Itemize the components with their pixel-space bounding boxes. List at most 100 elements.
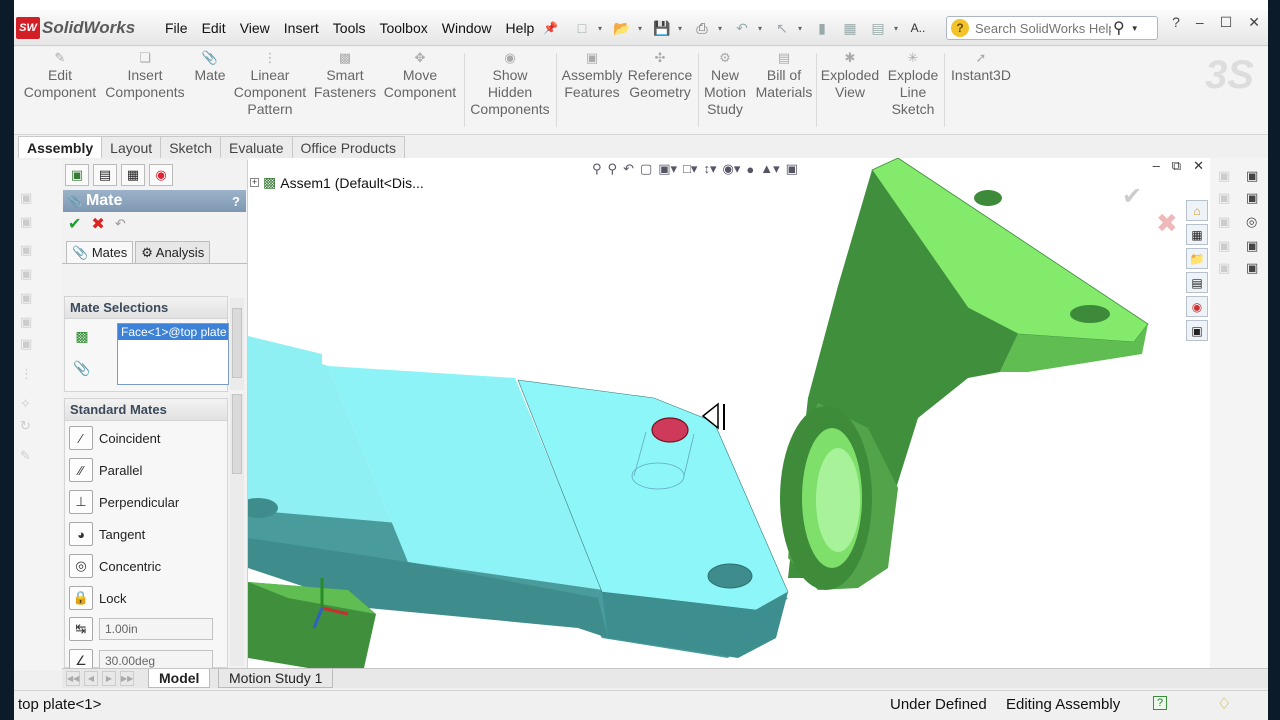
- explode-line-sketch-button[interactable]: ✳ Explode Line Sketch: [884, 51, 942, 118]
- undo-icon[interactable]: ↶: [115, 216, 126, 232]
- last-tab-icon[interactable]: ▶▶: [120, 671, 134, 686]
- view-tool-icon[interactable]: ▣: [20, 214, 38, 230]
- lock-mate-button[interactable]: 🔒 Lock: [69, 585, 126, 611]
- view-tool-icon[interactable]: ▣: [20, 314, 38, 330]
- menu-insert[interactable]: Insert: [277, 20, 326, 36]
- tab-analysis[interactable]: ⚙ Analysis: [135, 241, 211, 263]
- cancel-x-icon[interactable]: ✖: [91, 214, 104, 234]
- flyout-feature-tree[interactable]: + ▩ Assem1 (Default<Dis...: [250, 174, 424, 191]
- search-input[interactable]: [975, 20, 1111, 36]
- open-folder-icon[interactable]: 📂: [610, 17, 634, 39]
- options-icon[interactable]: ▤: [866, 17, 890, 39]
- menu-help[interactable]: Help: [499, 20, 542, 36]
- tab-assembly[interactable]: Assembly: [18, 136, 103, 158]
- solidworks-logo[interactable]: SW SolidWorks: [16, 17, 135, 39]
- print-icon[interactable]: ⎙: [690, 17, 714, 39]
- menu-view[interactable]: View: [233, 20, 277, 36]
- mate-selection-list[interactable]: Face<1>@top plate: [117, 323, 229, 385]
- confirmation-ok-icon[interactable]: ✔: [1122, 182, 1142, 211]
- edit-appearance-icon[interactable]: ◉▾: [723, 161, 741, 177]
- configuration-manager-tab-icon[interactable]: ▦: [121, 164, 145, 186]
- search-help-box[interactable]: ? ⚲ ▼: [946, 16, 1158, 40]
- previous-view-icon[interactable]: ↶: [623, 161, 634, 177]
- first-tab-icon[interactable]: ◀◀: [66, 671, 80, 686]
- menu-edit[interactable]: Edit: [195, 20, 233, 36]
- pin-menu-icon[interactable]: 📌: [543, 21, 558, 35]
- display-pane-icon[interactable]: ▣: [786, 161, 798, 177]
- selected-entity[interactable]: Face<1>@top plate: [118, 324, 228, 340]
- qa-overflow-label[interactable]: A..: [906, 17, 930, 39]
- feature-manager-tab-icon[interactable]: ▣: [65, 164, 89, 186]
- move-component-button[interactable]: ✥ Move Component: [380, 51, 460, 101]
- next-tab-icon[interactable]: ▶: [102, 671, 116, 686]
- close-icon[interactable]: ✕: [1248, 14, 1260, 31]
- property-manager-tab-icon[interactable]: ▤: [93, 164, 117, 186]
- tab-evaluate[interactable]: Evaluate: [220, 136, 293, 158]
- tab-model[interactable]: Model: [148, 669, 211, 688]
- tool-icon[interactable]: ▣: [1218, 260, 1230, 276]
- tab-layout[interactable]: Layout: [101, 136, 162, 158]
- coincident-mate-button[interactable]: ∕ Coincident: [69, 425, 160, 451]
- tab-mates[interactable]: 📎 Mates: [66, 241, 134, 263]
- display-manager-tab-icon[interactable]: ◉: [149, 164, 173, 186]
- expand-icon[interactable]: +: [250, 178, 259, 187]
- show-hidden-components-button[interactable]: ◉ Show Hidden Components: [468, 51, 552, 118]
- minimize-icon[interactable]: –: [1196, 14, 1204, 31]
- doc-minimize-icon[interactable]: –: [1153, 158, 1160, 174]
- select-icon[interactable]: ↖: [770, 17, 794, 39]
- help-icon[interactable]: ?: [1172, 14, 1180, 31]
- view-settings-icon[interactable]: ▲▾: [760, 161, 779, 177]
- view-tool-icon[interactable]: ▣: [20, 336, 38, 352]
- view-tool-icon[interactable]: ↻: [20, 418, 38, 434]
- new-document-icon[interactable]: □: [570, 17, 594, 39]
- help-icon[interactable]: ?: [232, 194, 240, 209]
- insert-components-button[interactable]: ❏ Insert Components: [104, 51, 186, 101]
- distance-input[interactable]: 1.00in: [99, 618, 213, 640]
- appearances-icon[interactable]: ◉: [1186, 296, 1208, 317]
- search-icon[interactable]: ⚲: [1113, 18, 1125, 38]
- hide-show-icon[interactable]: ↕▾: [703, 161, 716, 177]
- view-tool-icon[interactable]: ▣: [20, 190, 38, 206]
- tool-icon[interactable]: ▣: [1218, 190, 1230, 206]
- apply-scene-icon[interactable]: ●: [746, 162, 754, 177]
- open-dropdown-icon[interactable]: ▾: [638, 24, 646, 33]
- instant3d-button[interactable]: ➚ Instant3D: [948, 51, 1014, 84]
- ok-check-icon[interactable]: ✔: [68, 214, 81, 234]
- tool-icon[interactable]: ▣: [1218, 238, 1230, 254]
- mate-selections-title[interactable]: Mate Selections: [65, 297, 227, 319]
- undo-icon[interactable]: ↶: [730, 17, 754, 39]
- tool-icon[interactable]: ▣: [1246, 168, 1258, 184]
- doc-close-icon[interactable]: ✕: [1193, 158, 1204, 174]
- doc-restore-icon[interactable]: ⧉: [1172, 158, 1181, 174]
- mate-button[interactable]: 📎 Mate: [190, 51, 230, 84]
- tool-icon[interactable]: ▣: [1218, 214, 1230, 230]
- view-tool-icon[interactable]: ⋮: [20, 366, 38, 382]
- new-dropdown-icon[interactable]: ▾: [598, 24, 606, 33]
- assembly-features-button[interactable]: ▣ Assembly Features: [558, 51, 626, 101]
- menu-toolbox[interactable]: Toolbox: [372, 20, 434, 36]
- parallel-mate-button[interactable]: ∕∕ Parallel: [69, 457, 142, 483]
- tab-office-products[interactable]: Office Products: [291, 136, 405, 158]
- tab-sketch[interactable]: Sketch: [160, 136, 222, 158]
- pm-scrollbar[interactable]: [230, 394, 244, 666]
- print-dropdown-icon[interactable]: ▾: [718, 24, 726, 33]
- maximize-icon[interactable]: ☐: [1220, 14, 1233, 31]
- prev-tab-icon[interactable]: ◀: [84, 671, 98, 686]
- tool-icon[interactable]: ◎: [1246, 214, 1257, 230]
- scroll-thumb[interactable]: [232, 308, 242, 378]
- quick-tips-icon[interactable]: ?: [1153, 696, 1167, 710]
- solidworks-resources-icon[interactable]: ⌂: [1186, 200, 1208, 221]
- zoom-to-area-icon[interactable]: ⚲: [608, 161, 618, 177]
- view-tool-icon[interactable]: ✧: [20, 396, 38, 412]
- assembly-root-label[interactable]: Assem1 (Default<Dis...: [280, 175, 424, 191]
- custom-properties-icon[interactable]: ▣: [1186, 320, 1208, 341]
- select-dropdown-icon[interactable]: ▾: [798, 24, 806, 33]
- zoom-to-fit-icon[interactable]: ⚲: [592, 161, 602, 177]
- file-properties-icon[interactable]: ▦: [838, 17, 862, 39]
- view-tool-icon[interactable]: ▣: [20, 242, 38, 258]
- save-dropdown-icon[interactable]: ▾: [678, 24, 686, 33]
- view-orientation-icon[interactable]: ▣▾: [658, 161, 677, 177]
- menu-file[interactable]: File: [158, 20, 195, 36]
- design-library-icon[interactable]: ▦: [1186, 224, 1208, 245]
- file-explorer-icon[interactable]: 📁: [1186, 248, 1208, 269]
